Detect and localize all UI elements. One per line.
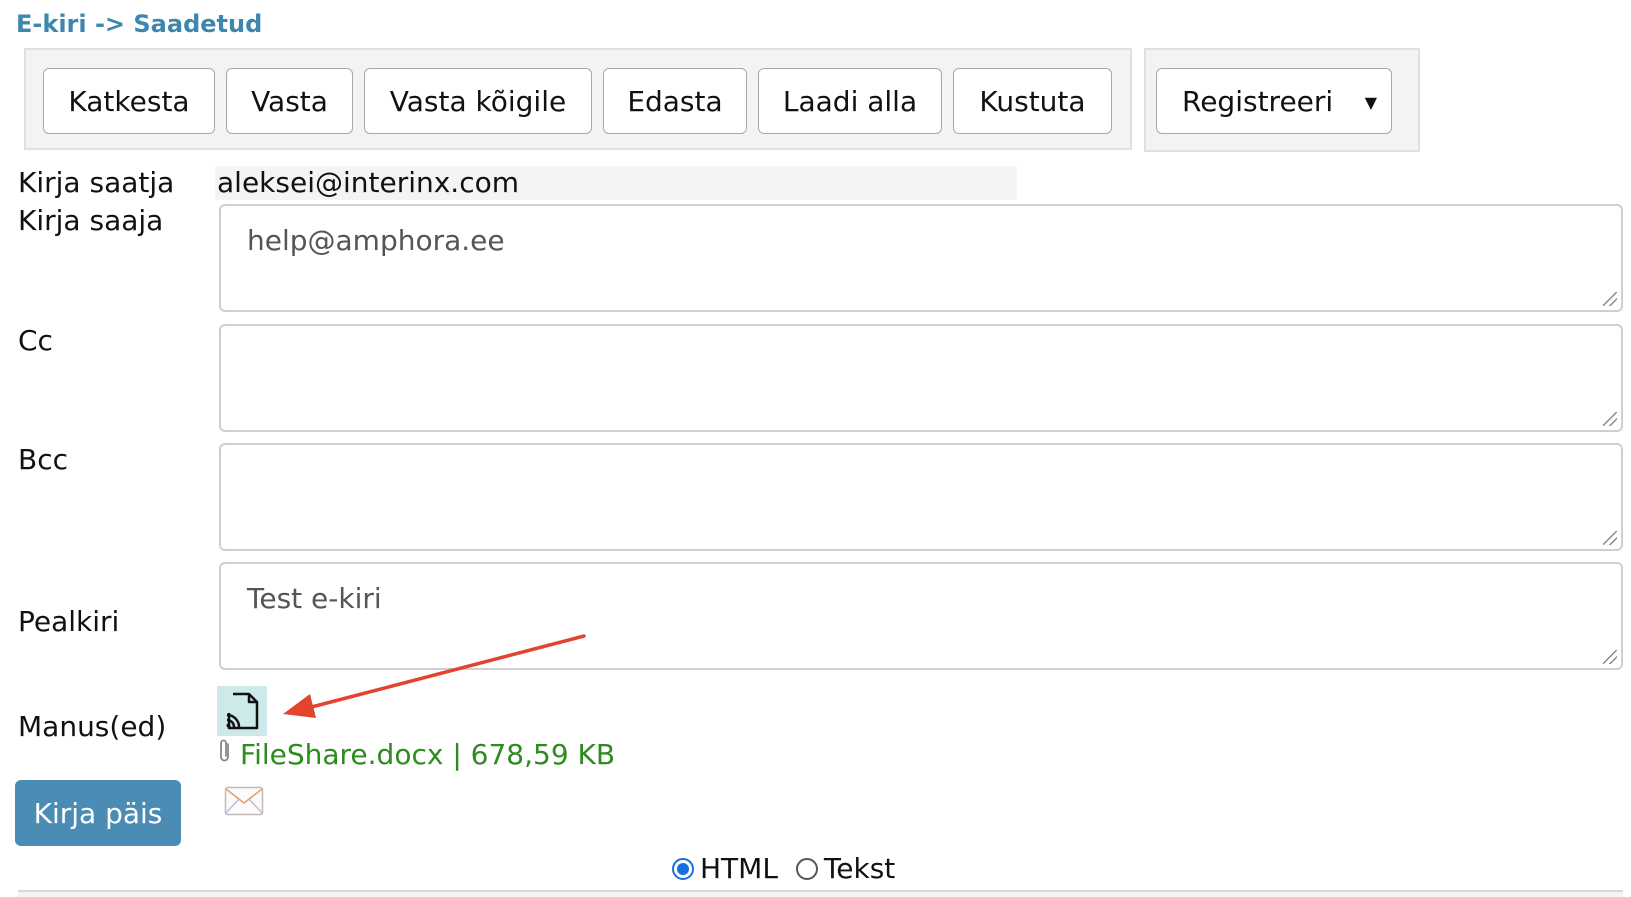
- download-button[interactable]: Laadi alla: [758, 68, 942, 134]
- recipient-label: Kirja saaja: [18, 204, 164, 237]
- html-radio[interactable]: [672, 857, 694, 880]
- file-share-icon[interactable]: [217, 686, 267, 736]
- resize-handle-icon[interactable]: [1603, 650, 1617, 664]
- sender-label: Kirja saatja: [18, 166, 175, 199]
- text-label: Tekst: [823, 852, 896, 885]
- register-dropdown[interactable]: Registreeri ▼: [1156, 68, 1392, 134]
- breadcrumb[interactable]: E-kiri -> Saadetud: [16, 10, 262, 38]
- reply-button[interactable]: Vasta: [226, 68, 353, 134]
- subject-label: Pealkiri: [18, 605, 120, 638]
- resize-handle-icon[interactable]: [1603, 292, 1617, 306]
- reply-all-button[interactable]: Vasta kõigile: [364, 68, 592, 134]
- attachments-label: Manus(ed): [18, 710, 167, 743]
- envelope-icon[interactable]: [224, 786, 264, 820]
- subject-value: Test e-kiri: [247, 582, 382, 615]
- dropdown-arrow-icon: ▼: [1364, 93, 1377, 112]
- cc-field[interactable]: [219, 324, 1623, 432]
- register-label: Registreeri: [1182, 84, 1334, 118]
- text-radio[interactable]: [795, 857, 818, 880]
- recipient-field[interactable]: help@amphora.ee: [219, 204, 1623, 312]
- subject-field[interactable]: Test e-kiri: [219, 562, 1623, 670]
- resize-handle-icon[interactable]: [1603, 412, 1617, 426]
- attachment-link[interactable]: FileShare.docx | 678,59 KB: [218, 738, 615, 771]
- forward-button[interactable]: Edasta: [603, 68, 747, 134]
- email-view-page: E-kiri -> Saadetud Katkesta Vasta Vasta …: [0, 0, 1631, 897]
- delete-button[interactable]: Kustuta: [953, 68, 1112, 134]
- recipient-value: help@amphora.ee: [247, 224, 505, 257]
- cc-label: Cc: [18, 324, 53, 357]
- paperclip-icon: [218, 738, 232, 771]
- cancel-button[interactable]: Katkesta: [43, 68, 215, 134]
- bcc-field[interactable]: [219, 443, 1623, 551]
- sender-value: aleksei@interinx.com: [215, 166, 1017, 200]
- email-header-button[interactable]: Kirja päis: [15, 780, 181, 846]
- html-label: HTML: [700, 852, 778, 885]
- editor-top-edge: [18, 890, 1623, 897]
- attachment-file-text: FileShare.docx | 678,59 KB: [240, 738, 616, 771]
- bcc-label: Bcc: [18, 443, 68, 476]
- format-selector: HTML Tekst: [672, 852, 895, 885]
- resize-handle-icon[interactable]: [1603, 531, 1617, 545]
